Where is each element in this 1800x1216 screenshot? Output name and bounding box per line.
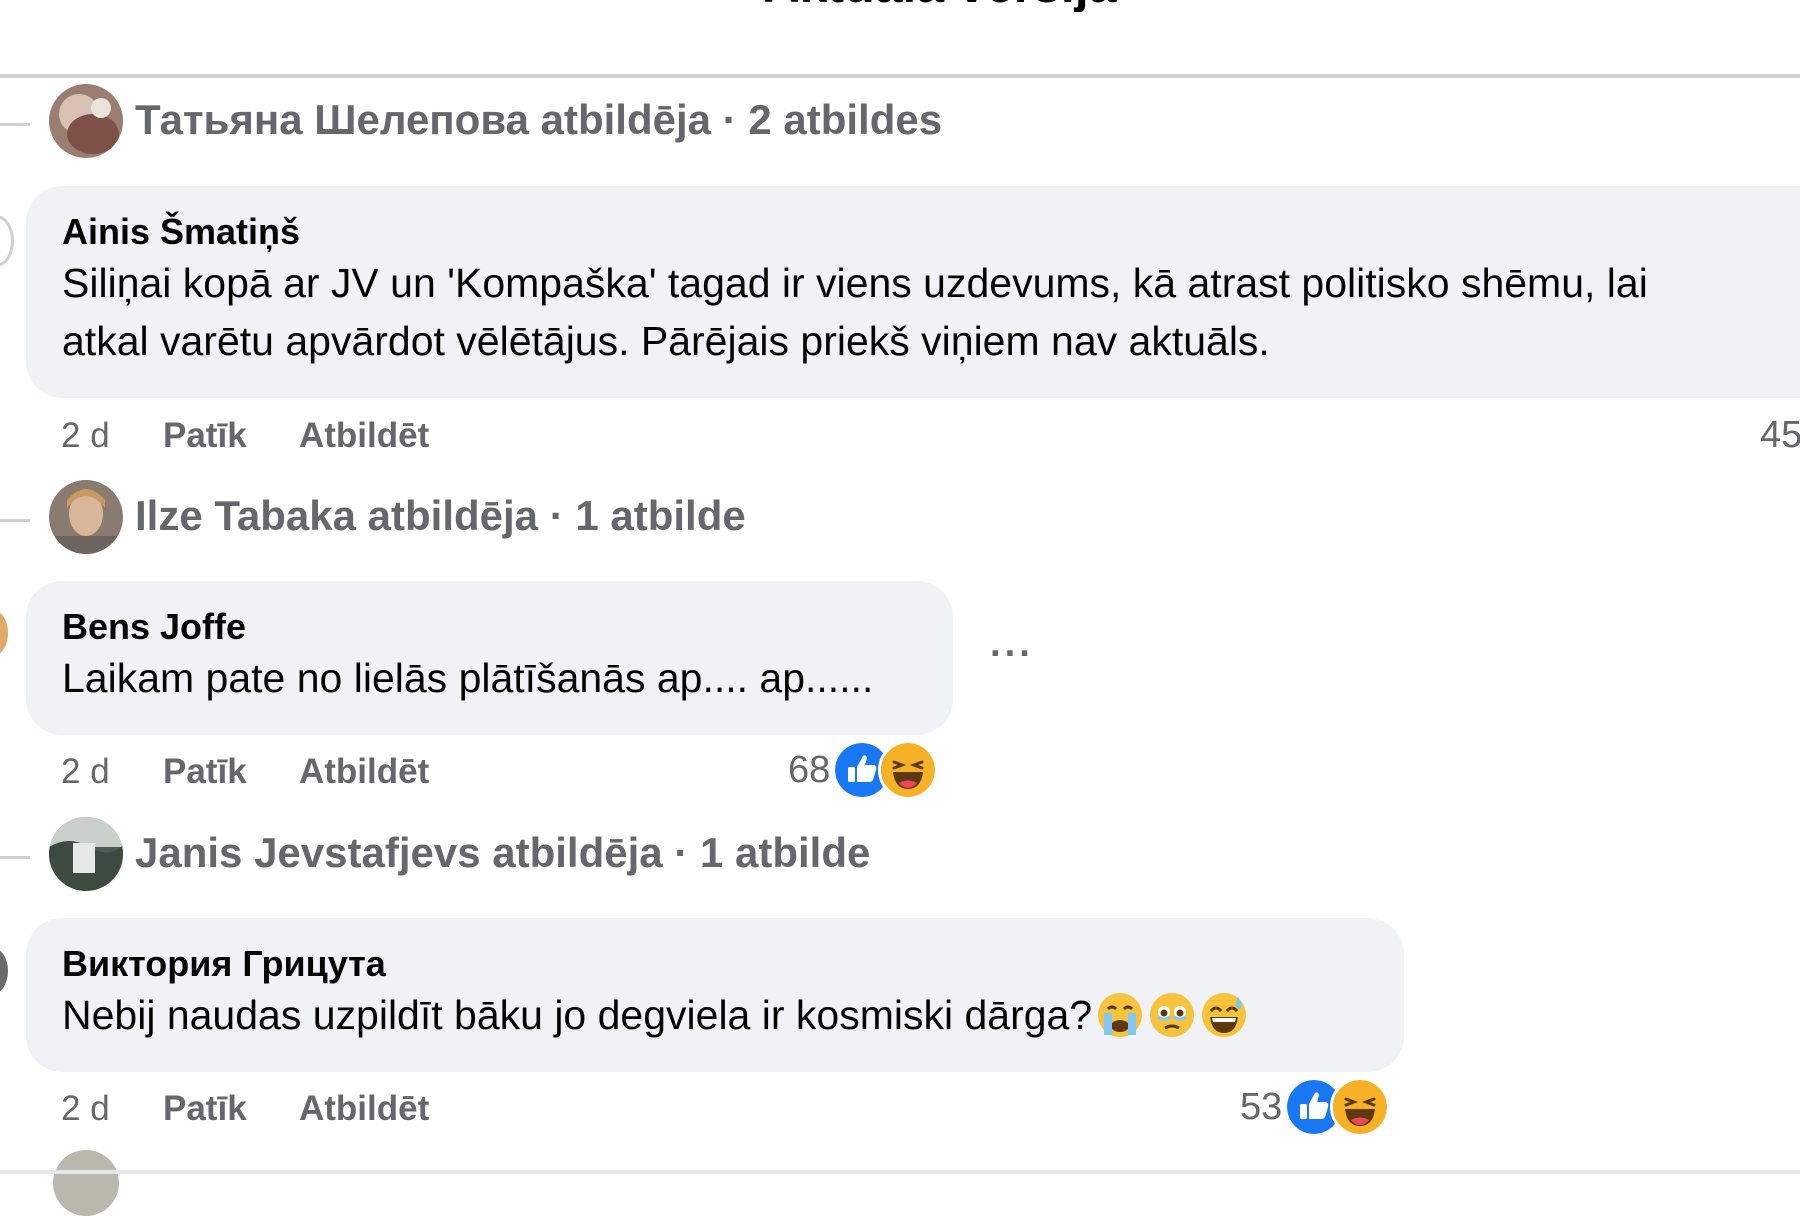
- comment-actions: 2 d Patīk Atbildēt: [61, 1089, 429, 1129]
- comment-bubble: Bens Joffe Laikam pate no lielās plātīša…: [26, 581, 953, 735]
- reply-button[interactable]: Atbildēt: [299, 416, 429, 456]
- avatar-photo-icon: [49, 480, 123, 554]
- haha-icon: [878, 740, 939, 800]
- avatar[interactable]: [49, 84, 123, 158]
- comment-author[interactable]: Bens Joffe: [62, 605, 917, 649]
- comment-author[interactable]: Ainis Šmatiņš: [62, 210, 1800, 254]
- comment-text-line: atkal varētu apvārdot vēlētājus. Pārējai…: [62, 318, 1270, 364]
- avatar-photo-icon: [49, 84, 123, 158]
- comment-text-line: Siliņai kopā ar JV un 'Kompaška' tagad i…: [62, 260, 1648, 306]
- grinning-sweat-emoji: [1202, 993, 1247, 1037]
- haha-icon: [1330, 1077, 1391, 1137]
- reactions-summary[interactable]: 53: [1240, 1077, 1391, 1137]
- reaction-count: 53: [1240, 1085, 1283, 1128]
- thread-connector-line: [0, 123, 30, 126]
- comment-text-line: Nebij naudas uzpildīt bāku jo degviela i…: [62, 986, 1368, 1044]
- page-title-strip: Aktuālā versija: [0, 0, 1800, 12]
- comment-actions: 2 d Patīk Atbildēt: [61, 752, 429, 792]
- page-title: Aktuālā versija: [0, 0, 1800, 12]
- comment-bubble: Виктория Грицута Nebij naudas uzpildīt b…: [26, 918, 1404, 1072]
- comment-timestamp[interactable]: 2 d: [61, 1089, 163, 1129]
- comment-avatar-edge[interactable]: [0, 215, 14, 267]
- like-button[interactable]: Patīk: [163, 752, 299, 792]
- comment-text: Nebij naudas uzpildīt bāku jo degviela i…: [62, 992, 1093, 1038]
- crying-face-emoji: [1098, 993, 1143, 1037]
- thread-connector-line: [0, 519, 30, 522]
- reactions-summary[interactable]: 68: [788, 740, 939, 800]
- avatar[interactable]: [53, 1150, 119, 1216]
- like-button[interactable]: Patīk: [163, 1089, 299, 1129]
- reply-button[interactable]: Atbildēt: [299, 1089, 429, 1129]
- view-replies-link[interactable]: Ilze Tabaka atbildēja · 1 atbilde: [135, 492, 746, 540]
- comment-actions: 2 d Patīk Atbildēt: [61, 416, 429, 456]
- reply-button[interactable]: Atbildēt: [299, 752, 429, 792]
- comment-timestamp[interactable]: 2 d: [61, 416, 163, 456]
- comment-bubble: Ainis Šmatiņš Siliņai kopā ar JV un 'Kom…: [26, 186, 1800, 398]
- view-replies-link[interactable]: Janis Jevstafjevs atbildēja · 1 atbilde: [135, 829, 870, 877]
- comment-avatar-edge[interactable]: [0, 948, 8, 994]
- comment-text-line: Laikam pate no lielās plātīšanās ap.... …: [62, 655, 874, 701]
- thread-connector-line: [0, 856, 30, 859]
- top-divider: [0, 74, 1800, 78]
- comment-avatar-edge[interactable]: [0, 610, 8, 656]
- bottom-divider: [0, 1170, 1800, 1174]
- avatar[interactable]: [49, 817, 123, 891]
- like-button[interactable]: Patīk: [163, 416, 299, 456]
- comment-author[interactable]: Виктория Грицута: [62, 942, 1368, 986]
- avatar[interactable]: [49, 480, 123, 554]
- more-options-button[interactable]: ···: [990, 633, 1034, 676]
- reaction-count: 68: [788, 748, 831, 791]
- view-replies-link[interactable]: Татьяна Шелепова atbildēja · 2 atbildes: [135, 96, 942, 144]
- face-holding-back-tears-emoji: [1150, 993, 1195, 1037]
- reaction-count[interactable]: 45: [1760, 414, 1800, 457]
- avatar-photo-icon: [49, 817, 123, 891]
- comment-timestamp[interactable]: 2 d: [61, 752, 163, 792]
